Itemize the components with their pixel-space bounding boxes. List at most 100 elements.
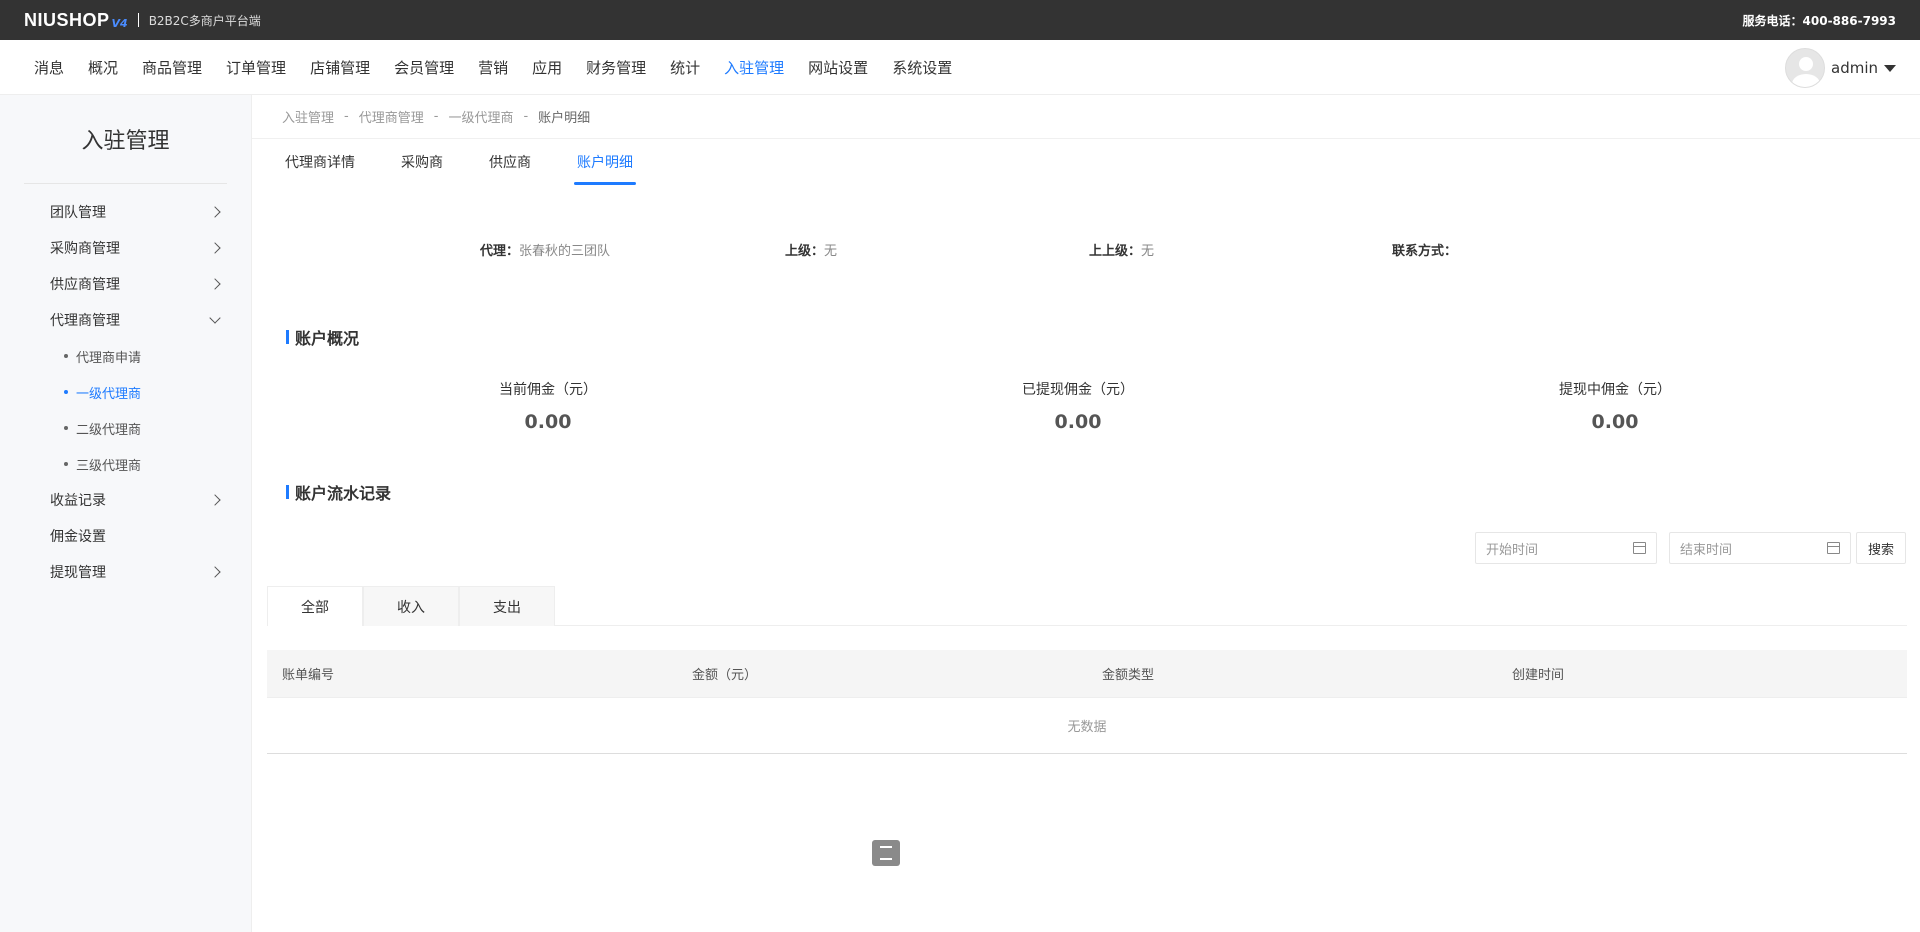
records-table: 账单编号 金额（元） 金额类型 创建时间 无数据 — [267, 650, 1907, 754]
list-icon[interactable] — [872, 840, 900, 866]
logo-divider — [137, 13, 139, 27]
overview-title: 账户概况 — [295, 329, 360, 348]
overview-section-title: 账户概况 — [286, 325, 359, 349]
sidebar-item-label: 提现管理 — [50, 565, 106, 581]
empty-state: 无数据 — [267, 698, 1907, 754]
column-bill-no: 账单编号 — [282, 668, 335, 683]
bullet-icon — [64, 462, 68, 466]
tab-income[interactable]: 收入 — [363, 586, 459, 626]
breadcrumb-item[interactable]: 一级代理商 — [448, 107, 513, 126]
tab-buyers[interactable]: 采购商 — [398, 139, 446, 185]
sidebar-item-label: 团队管理 — [50, 205, 106, 221]
nav-item-members[interactable]: 会员管理 — [394, 57, 454, 78]
breadcrumb-separator: - — [433, 109, 439, 124]
agent-name: 代理：张春秋的三团队 — [480, 240, 610, 259]
stat-withdrawn-commission: 已提现佣金（元） 0.00 — [978, 379, 1178, 433]
tab-agent-detail[interactable]: 代理商详情 — [282, 139, 358, 185]
sidebar-item-suppliers[interactable]: 供应商管理 — [0, 266, 251, 302]
chevron-right-icon — [209, 278, 221, 290]
column-amount: 金额（元） — [692, 668, 758, 683]
breadcrumb-separator: - — [344, 109, 349, 124]
sidebar-item-buyers[interactable]: 采购商管理 — [0, 230, 251, 266]
breadcrumb-item[interactable]: 代理商管理 — [359, 107, 424, 126]
chevron-right-icon — [209, 242, 221, 254]
nav-item-messages[interactable]: 消息 — [34, 57, 64, 78]
bullet-icon — [64, 426, 68, 430]
nav-item-site-settings[interactable]: 网站设置 — [808, 57, 868, 78]
sidebar-subitem-agent-apply[interactable]: 代理商申请 — [0, 338, 251, 374]
contact-label: 联系方式： — [1392, 244, 1458, 259]
tab-account-detail[interactable]: 账户明细 — [574, 139, 636, 185]
record-filter-tabs: 全部 收入 支出 — [267, 586, 1907, 626]
start-date-placeholder: 开始时间 — [1486, 542, 1539, 558]
main-nav: 消息 概况 商品管理 订单管理 店铺管理 会员管理 营销 应用 财务管理 统计 … — [0, 40, 1920, 95]
sidebar-item-label: 佣金设置 — [50, 529, 106, 545]
sidebar: 入驻管理 团队管理 采购商管理 供应商管理 代理商管理 代理商申请 一级代理商 … — [0, 95, 252, 932]
sidebar-item-label: 收益记录 — [50, 493, 106, 509]
brand: NIUSHOP V4 B2B2C多商户平台端 — [24, 10, 261, 31]
nav-item-system-settings[interactable]: 系统设置 — [892, 57, 952, 78]
tab-expense[interactable]: 支出 — [459, 586, 555, 626]
agent-label: 代理： — [480, 244, 520, 259]
service-phone: 服务电话：400-886-7993 — [1742, 13, 1896, 28]
sidebar-subitem-level1-agent[interactable]: 一级代理商 — [0, 374, 251, 410]
nav-item-finance[interactable]: 财务管理 — [586, 57, 646, 78]
user-menu[interactable]: admin — [1785, 48, 1896, 88]
nav-item-shops[interactable]: 店铺管理 — [310, 57, 370, 78]
table-header: 账单编号 金额（元） 金额类型 创建时间 — [267, 650, 1907, 698]
records-title: 账户流水记录 — [295, 484, 392, 503]
search-button[interactable]: 搜索 — [1856, 532, 1906, 564]
nav-item-orders[interactable]: 订单管理 — [226, 57, 286, 78]
grandparent-label: 上上级： — [1089, 244, 1142, 259]
nav-item-overview[interactable]: 概况 — [88, 57, 118, 78]
agent-value: 张春秋的三团队 — [519, 244, 611, 259]
stat-value: 0.00 — [524, 411, 572, 433]
chevron-down-icon — [209, 312, 221, 324]
breadcrumb-current: 账户明细 — [538, 111, 591, 126]
end-date-input[interactable]: 结束时间 — [1669, 532, 1851, 564]
logo-version: V4 — [111, 16, 128, 30]
breadcrumb-separator: - — [523, 109, 529, 124]
column-amount-type: 金额类型 — [1102, 668, 1155, 683]
sidebar-item-earnings[interactable]: 收益记录 — [0, 482, 251, 518]
sidebar-item-label: 代理商管理 — [50, 313, 120, 329]
sidebar-subitem-level2-agent[interactable]: 二级代理商 — [0, 410, 251, 446]
stat-withdrawing-commission: 提现中佣金（元） 0.00 — [1515, 379, 1715, 433]
stat-label: 已提现佣金（元） — [1022, 382, 1134, 398]
sidebar-subitem-level3-agent[interactable]: 三级代理商 — [0, 446, 251, 482]
nav-item-marketing[interactable]: 营销 — [478, 57, 508, 78]
breadcrumb-item[interactable]: 入驻管理 — [282, 107, 334, 126]
tab-suppliers[interactable]: 供应商 — [486, 139, 534, 185]
avatar — [1785, 48, 1825, 88]
sidebar-item-label: 供应商管理 — [50, 277, 120, 293]
sidebar-subitem-label: 代理商申请 — [76, 350, 142, 366]
nav-item-apps[interactable]: 应用 — [532, 57, 562, 78]
logo[interactable]: NIUSHOP — [24, 10, 110, 31]
sidebar-subitem-label: 一级代理商 — [76, 386, 142, 402]
sidebar-item-team[interactable]: 团队管理 — [0, 194, 251, 230]
nav-item-goods[interactable]: 商品管理 — [142, 57, 202, 78]
sidebar-subitem-label: 二级代理商 — [76, 422, 142, 438]
sidebar-item-commission-settings[interactable]: 佣金设置 — [0, 518, 251, 554]
chevron-right-icon — [209, 494, 221, 506]
stat-value: 0.00 — [1054, 411, 1102, 433]
sidebar-item-label: 采购商管理 — [50, 241, 120, 257]
sidebar-item-withdrawals[interactable]: 提现管理 — [0, 554, 251, 590]
grandparent-value: 无 — [1141, 244, 1155, 259]
stat-label: 提现中佣金（元） — [1559, 382, 1671, 398]
start-date-input[interactable]: 开始时间 — [1475, 532, 1657, 564]
end-date-placeholder: 结束时间 — [1680, 542, 1733, 558]
parent-agent: 上级：无 — [785, 240, 837, 259]
nav-item-stats[interactable]: 统计 — [670, 57, 700, 78]
tab-all[interactable]: 全部 — [267, 586, 363, 626]
bullet-icon — [64, 354, 68, 358]
nav-item-settlement[interactable]: 入驻管理 — [724, 57, 784, 78]
chevron-right-icon — [209, 206, 221, 218]
contact-info: 联系方式： — [1392, 240, 1457, 259]
column-created-time: 创建时间 — [1512, 668, 1565, 683]
section-marker — [286, 330, 289, 344]
grandparent-agent: 上上级：无 — [1089, 240, 1154, 259]
sidebar-title: 入驻管理 — [24, 95, 227, 184]
main-content: 入驻管理 - 代理商管理 - 一级代理商 - 账户明细 代理商详情 采购商 供应… — [252, 95, 1920, 932]
sidebar-item-agents[interactable]: 代理商管理 — [0, 302, 251, 338]
